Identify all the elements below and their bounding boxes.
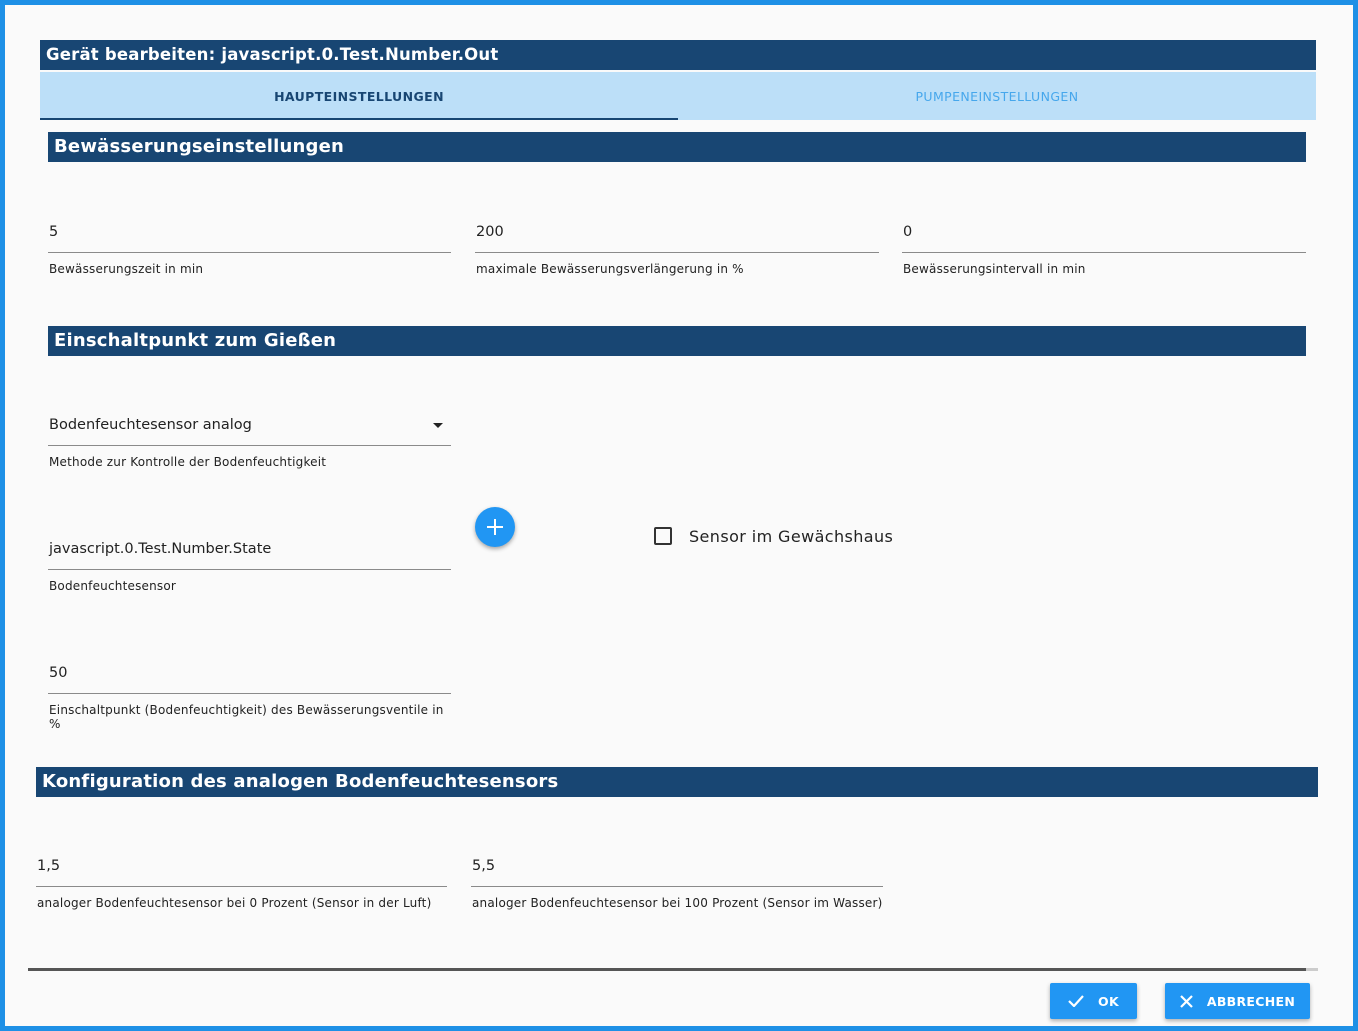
sensor-input[interactable]: javascript.0.Test.Number.State	[48, 534, 451, 570]
method-select-label: Methode zur Kontrolle der Bodenfeuchtigk…	[49, 455, 327, 469]
analog-zero-field: 1,5 analoger Bodenfeuchtesensor bei 0 Pr…	[36, 851, 447, 910]
section-title-switch-point: Einschaltpunkt zum Gießen	[48, 326, 1306, 356]
watering-time-label: Bewässerungszeit in min	[49, 262, 204, 276]
ok-button-label: OK	[1098, 993, 1119, 1009]
analog-hundred-field: 5,5 analoger Bodenfeuchtesensor bei 100 …	[471, 851, 883, 910]
tab-bar: HAUPTEINSTELLUNGEN PUMPENEINSTELLUNGEN	[40, 72, 1316, 120]
greenhouse-checkbox-label: Sensor im Gewächshaus	[689, 526, 894, 546]
chevron-down-icon	[433, 423, 443, 428]
threshold-field: 50 Einschaltpunkt (Bodenfeuchtigkeit) de…	[48, 658, 451, 731]
close-icon	[1180, 994, 1193, 1008]
ok-button[interactable]: OK	[1050, 983, 1137, 1019]
method-select-field: Bodenfeuchtesensor analog Methode zur Ko…	[48, 410, 451, 469]
method-select[interactable]: Bodenfeuchtesensor analog	[48, 410, 451, 446]
check-icon	[1068, 995, 1084, 1007]
scrollbar-track-end	[1306, 968, 1318, 971]
analog-zero-label: analoger Bodenfeuchtesensor bei 0 Prozen…	[37, 896, 432, 910]
dialog-title: Gerät bearbeiten: javascript.0.Test.Numb…	[40, 40, 1316, 70]
cancel-button[interactable]: ABBRECHEN	[1165, 983, 1310, 1019]
method-select-value: Bodenfeuchtesensor analog	[49, 417, 252, 433]
horizontal-scrollbar[interactable]	[28, 968, 1318, 971]
threshold-input[interactable]: 50	[48, 658, 451, 694]
greenhouse-checkbox-row[interactable]: Sensor im Gewächshaus	[654, 526, 893, 546]
cancel-button-label: ABBRECHEN	[1206, 993, 1296, 1009]
watering-interval-field: 0 Bewässerungsintervall in min	[902, 217, 1306, 276]
tab-pump-settings[interactable]: PUMPENEINSTELLUNGEN	[678, 72, 1316, 120]
analog-zero-input[interactable]: 1,5	[36, 851, 447, 887]
watering-time-field: 5 Bewässerungszeit in min	[48, 217, 451, 276]
plus-icon	[487, 519, 503, 535]
greenhouse-checkbox[interactable]	[654, 527, 672, 545]
max-extension-label: maximale Bewässerungsverlängerung in %	[476, 262, 744, 276]
sensor-field: javascript.0.Test.Number.State Bodenfeuc…	[48, 534, 451, 593]
section-title-watering: Bewässerungseinstellungen	[48, 132, 1306, 162]
tab-main-settings[interactable]: HAUPTEINSTELLUNGEN	[40, 72, 678, 120]
max-extension-field: 200 maximale Bewässerungsverlängerung in…	[475, 217, 879, 276]
watering-interval-input[interactable]: 0	[902, 217, 1306, 253]
watering-interval-label: Bewässerungsintervall in min	[903, 262, 1086, 276]
analog-hundred-input[interactable]: 5,5	[471, 851, 883, 887]
edit-device-dialog: Gerät bearbeiten: javascript.0.Test.Numb…	[5, 5, 1353, 1026]
sensor-label: Bodenfeuchtesensor	[49, 579, 177, 593]
watering-time-input[interactable]: 5	[48, 217, 451, 253]
section-title-analog-config: Konfiguration des analogen Bodenfeuchtes…	[36, 767, 1318, 797]
threshold-label: Einschaltpunkt (Bodenfeuchtigkeit) des B…	[49, 703, 444, 731]
add-sensor-button[interactable]	[475, 507, 515, 547]
analog-hundred-label: analoger Bodenfeuchtesensor bei 100 Proz…	[472, 896, 883, 910]
max-extension-input[interactable]: 200	[475, 217, 879, 253]
